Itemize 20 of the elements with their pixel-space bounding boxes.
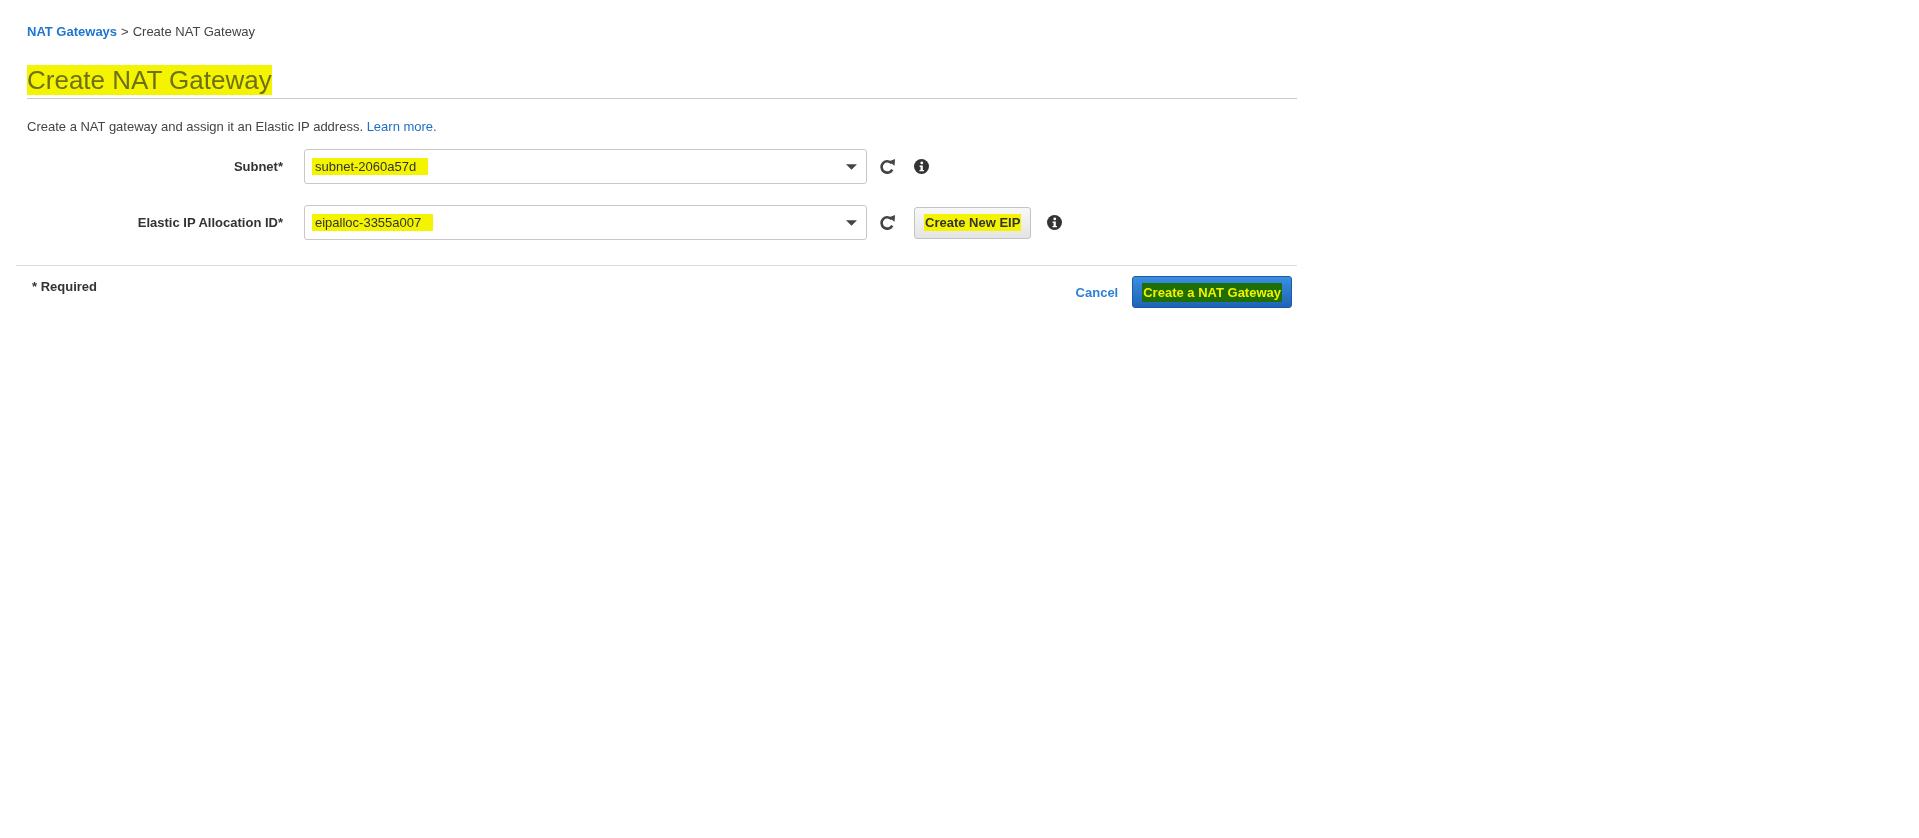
learn-more-link[interactable]: Learn more. (366, 119, 437, 134)
select-field[interactable]: eipalloc-3355a007 (304, 205, 867, 240)
page-title: Create NAT Gateway (27, 65, 272, 95)
intro-text: Create a NAT gateway and assign it an Elastic IP address. Learn more. (27, 119, 438, 135)
caret-icon (846, 219, 857, 226)
refresh-icon[interactable] (879, 158, 896, 175)
field-label: Elastic IP Allocation ID* (136, 215, 283, 230)
create-eip-button[interactable]: Create New EIP (914, 206, 1032, 239)
info-icon[interactable] (914, 159, 929, 174)
breadcrumb-separator: > (121, 24, 129, 40)
refresh-icon[interactable] (879, 214, 896, 231)
create-nat-gateway-button[interactable]: Create a NAT Gateway (1132, 276, 1292, 308)
breadcrumb-current: Create NAT Gateway (132, 24, 256, 40)
cancel-link[interactable]: Cancel (1075, 284, 1119, 300)
caret-icon (846, 163, 857, 170)
breadcrumb-link[interactable]: NAT Gateways (27, 24, 118, 40)
select-field[interactable]: subnet-2060a57d (304, 149, 867, 184)
field-label: Subnet* (232, 159, 283, 174)
info-icon[interactable] (1047, 215, 1063, 230)
required-note: * Required (32, 279, 97, 294)
